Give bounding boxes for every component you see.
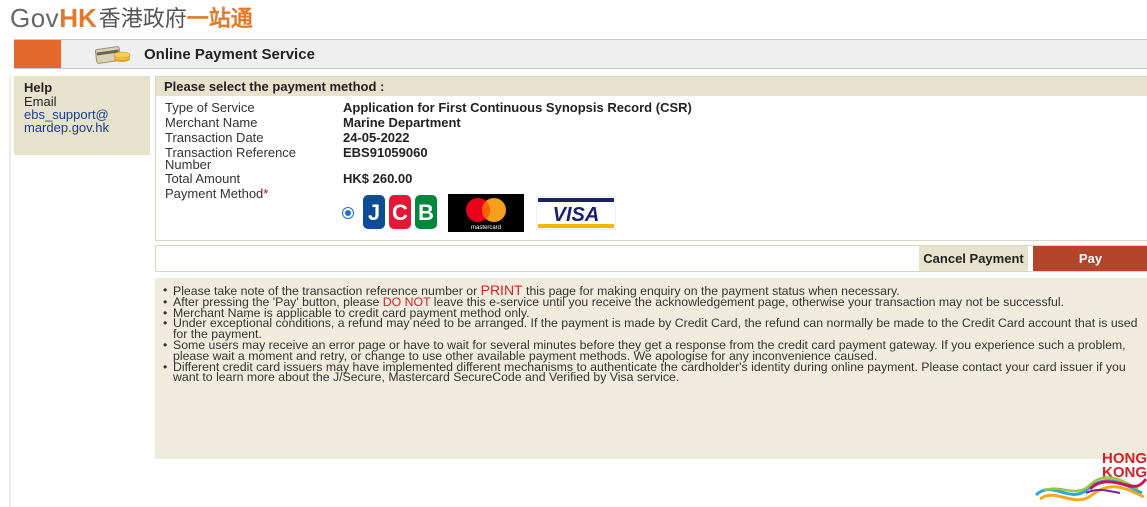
detail-value: 24-05-2022: [343, 130, 410, 145]
title-accent-block: [14, 40, 61, 68]
detail-label-line2: Number: [165, 157, 212, 172]
mastercard-logo-icon[interactable]: mastercard: [448, 194, 524, 232]
page-title: Online Payment Service: [144, 46, 315, 63]
payment-details-panel: Please select the payment method : Type …: [155, 76, 1147, 241]
svg-text:C: C: [392, 200, 408, 225]
detail-value: EBS91059060: [343, 145, 428, 160]
action-bar: Cancel Payment Pay: [155, 245, 1147, 272]
help-heading: Help: [24, 80, 53, 95]
detail-value: HK$ 260.00: [343, 171, 413, 186]
mastercard-wordmark: mastercard: [471, 225, 501, 231]
note-item: Under exceptional conditions, a refund m…: [159, 317, 1143, 340]
detail-label: Transaction Date: [165, 130, 264, 145]
pay-button[interactable]: Pay: [1033, 246, 1147, 271]
detail-label: Transaction Reference Number: [165, 146, 345, 172]
jcb-logo-icon[interactable]: J C B: [362, 194, 438, 230]
visa-wordmark: VISA: [553, 204, 600, 226]
payment-method-label: Payment Method*: [165, 186, 345, 201]
payment-card-icon: [94, 46, 131, 64]
notes-panel: Please take note of the transaction refe…: [155, 278, 1147, 459]
svg-text:B: B: [418, 200, 434, 225]
brand-hong-kong-logo: HONG KONG: [1034, 450, 1147, 502]
help-email-line2: mardep.gov.hk: [24, 120, 110, 135]
govhk-logo[interactable]: Gov HK 香港政府 一站通: [10, 2, 253, 34]
detail-value: Marine Department: [343, 115, 461, 130]
required-asterisk: *: [263, 186, 269, 201]
visa-logo-icon[interactable]: VISA: [536, 196, 616, 230]
logo-hk-text: HK: [59, 3, 97, 33]
note-item: Some users may receive an error page or …: [159, 339, 1143, 362]
logo-zh-text: 香港政府: [98, 6, 187, 31]
logo-gov-text: Gov: [10, 3, 60, 33]
detail-label: Merchant Name: [165, 115, 258, 130]
detail-label: Type of Service: [165, 100, 255, 115]
left-divider: [9, 76, 11, 507]
detail-value: Application for First Continuous Synopsi…: [343, 100, 692, 115]
help-email-link[interactable]: ebs_support@ mardep.gov.hk: [24, 108, 150, 134]
service-title-bar: Online Payment Service: [14, 39, 1147, 69]
cancel-payment-button[interactable]: Cancel Payment: [919, 246, 1028, 271]
logo-zh-highlight: 一站通: [186, 6, 253, 31]
help-panel: Help Email ebs_support@ mardep.gov.hk: [14, 76, 150, 155]
payment-method-label-text: Payment Method: [165, 186, 264, 201]
svg-text:J: J: [368, 200, 380, 225]
payment-method-radio-jcb[interactable]: [342, 207, 354, 219]
detail-label: Total Amount: [165, 171, 241, 186]
payment-panel-heading: Please select the payment method :: [156, 77, 1147, 96]
note-item: Different credit card issuers may have i…: [159, 361, 1143, 384]
